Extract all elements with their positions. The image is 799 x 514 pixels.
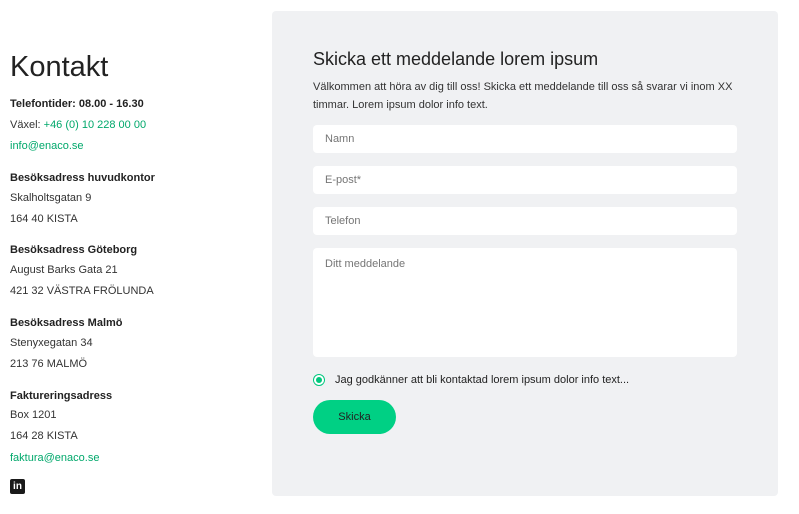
office-heading-hq: Besöksadress huvudkontor (10, 172, 155, 184)
billing-city: 164 28 KISTA (10, 430, 78, 442)
office-heading-malmo: Besöksadress Malmö (10, 317, 123, 329)
form-intro: Välkommen att höra av dig till oss! Skic… (313, 81, 733, 111)
name-input[interactable] (313, 125, 737, 153)
office-street-hq: Skalholtsgatan 9 (10, 192, 92, 204)
message-textarea[interactable] (313, 248, 737, 357)
billing-heading: Faktureringsadress (10, 390, 113, 402)
phone-hours: Telefontider: 08.00 - 16.30 (10, 98, 144, 110)
office-city-goteborg: 421 32 VÄSTRA FRÖLUNDA (10, 285, 154, 297)
office-street-malmo: Stenyxegatan 34 (10, 337, 93, 349)
switchboard-label: Växel: (10, 119, 41, 131)
consent-label: Jag godkänner att bli kontaktad lorem ip… (335, 374, 630, 386)
email-input[interactable] (313, 166, 737, 194)
office-city-malmo: 213 76 MALMÖ (10, 358, 88, 370)
email-link[interactable]: info@enaco.se (10, 139, 84, 153)
office-street-goteborg: August Barks Gata 21 (10, 264, 118, 276)
switchboard-phone-link[interactable]: +46 (0) 10 228 00 00 (44, 119, 146, 131)
switchboard-row: Växel: +46 (0) 10 228 00 00 (10, 118, 146, 132)
office-city-hq: 164 40 KISTA (10, 213, 78, 225)
form-title: Skicka ett meddelande lorem ipsum (313, 49, 599, 69)
billing-street: Box 1201 (10, 409, 57, 421)
office-heading-goteborg: Besöksadress Göteborg (10, 244, 138, 256)
consent-radio[interactable] (313, 374, 325, 386)
page-title: Kontakt (10, 51, 109, 83)
consent-row[interactable]: Jag godkänner att bli kontaktad lorem ip… (313, 372, 629, 388)
linkedin-icon[interactable]: in (10, 479, 25, 494)
billing-email-link[interactable]: faktura@enaco.se (10, 451, 99, 465)
contact-form-panel: Skicka ett meddelande lorem ipsum Välkom… (272, 11, 778, 496)
phone-input[interactable] (313, 207, 737, 235)
submit-button[interactable]: Skicka (313, 400, 396, 434)
